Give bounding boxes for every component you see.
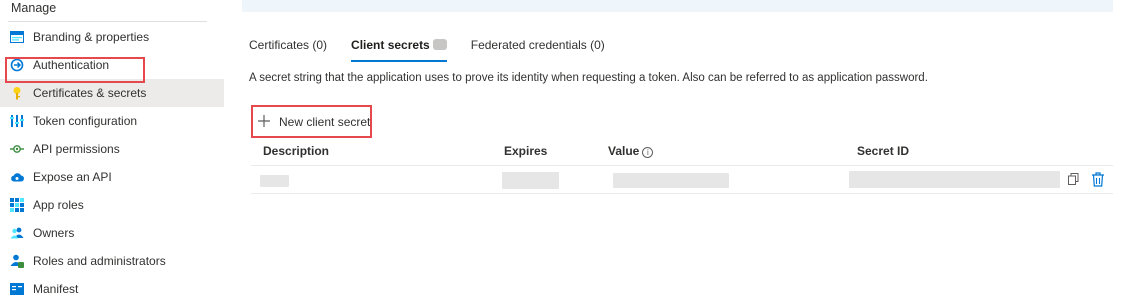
section-title-manage: Manage [11, 1, 57, 15]
manifest-icon [10, 282, 24, 296]
table-row [251, 166, 1113, 194]
tab-label: Client secrets [351, 38, 430, 52]
divider [8, 21, 207, 22]
column-header-secret-id[interactable]: Secret ID [857, 144, 909, 158]
sidebar-item-app-roles[interactable]: App roles [0, 191, 224, 219]
branding-icon [10, 30, 24, 44]
tab-label: Federated credentials (0) [470, 38, 605, 52]
sidebar-item-label: App roles [33, 198, 84, 212]
new-client-secret-button[interactable]: New client secret [251, 105, 372, 138]
table-header: Description Expires Value i Secret ID [251, 140, 1113, 166]
plus-icon [257, 113, 271, 131]
sidebar-item-authentication[interactable]: Authentication [0, 51, 224, 79]
redacted-expires [502, 172, 559, 189]
tab-federated-credentials[interactable]: Federated credentials (0) [471, 38, 605, 62]
column-header-label: Value [608, 144, 640, 158]
redacted-value [613, 173, 729, 188]
sidebar-item-label: Expose an API [33, 170, 112, 184]
column-header-description[interactable]: Description [263, 144, 329, 158]
sidebar-item-roles-administrators[interactable]: Roles and administrators [0, 247, 224, 275]
owners-icon [10, 226, 24, 240]
sidebar-item-owners[interactable]: Owners [0, 219, 224, 247]
sidebar-item-label: Certificates & secrets [33, 86, 147, 100]
top-banner [242, 0, 1113, 12]
sidebar-item-branding[interactable]: Branding & properties [0, 23, 224, 51]
sidebar-item-expose-api[interactable]: Expose an API [0, 163, 224, 191]
redacted-description [260, 175, 289, 187]
api-permissions-icon [10, 142, 24, 156]
sidebar-item-api-permissions[interactable]: API permissions [0, 135, 224, 163]
client-secrets-description: A secret string that the application use… [249, 72, 928, 84]
sidebar-item-certificates-secrets[interactable]: Certificates & secrets [0, 79, 224, 107]
app-roles-icon [10, 198, 24, 212]
sidebar-item-label: Token configuration [33, 114, 138, 128]
redacted-secret-id [849, 171, 1060, 188]
roles-admins-icon [10, 254, 24, 268]
new-client-secret-label: New client secret [279, 114, 371, 129]
sidebar-item-label: Branding & properties [33, 30, 150, 44]
tab-count-badge [432, 39, 447, 50]
sidebar-item-label: Owners [33, 226, 75, 240]
key-icon [10, 86, 24, 100]
sidebar-item-token-configuration[interactable]: Token configuration [0, 107, 224, 135]
sidebar-item-manifest[interactable]: Manifest [0, 275, 224, 300]
token-config-icon [10, 114, 24, 128]
copy-icon[interactable] [1068, 173, 1079, 188]
column-header-value[interactable]: Value i [608, 144, 654, 158]
sidebar-item-label: API permissions [33, 142, 120, 156]
authentication-icon [10, 58, 24, 72]
sidebar-item-label: Roles and administrators [33, 254, 166, 268]
client-secrets-table: Description Expires Value i Secret ID [251, 140, 1113, 194]
tab-bar: Certificates (0) Client secrets Federate… [249, 38, 629, 62]
delete-icon[interactable] [1091, 172, 1105, 190]
sidebar: Manage Branding & properties Authenticat… [0, 0, 224, 300]
tab-label: Certificates (0) [249, 38, 328, 52]
cloud-icon [10, 170, 24, 184]
sidebar-nav: Branding & properties Authentication Cer… [0, 23, 224, 300]
column-header-expires[interactable]: Expires [504, 144, 547, 158]
sidebar-item-label: Authentication [33, 58, 110, 72]
info-icon[interactable]: i [642, 147, 654, 158]
tab-certificates[interactable]: Certificates (0) [249, 38, 327, 62]
sidebar-item-label: Manifest [33, 282, 79, 296]
tab-client-secrets[interactable]: Client secrets [351, 38, 447, 62]
